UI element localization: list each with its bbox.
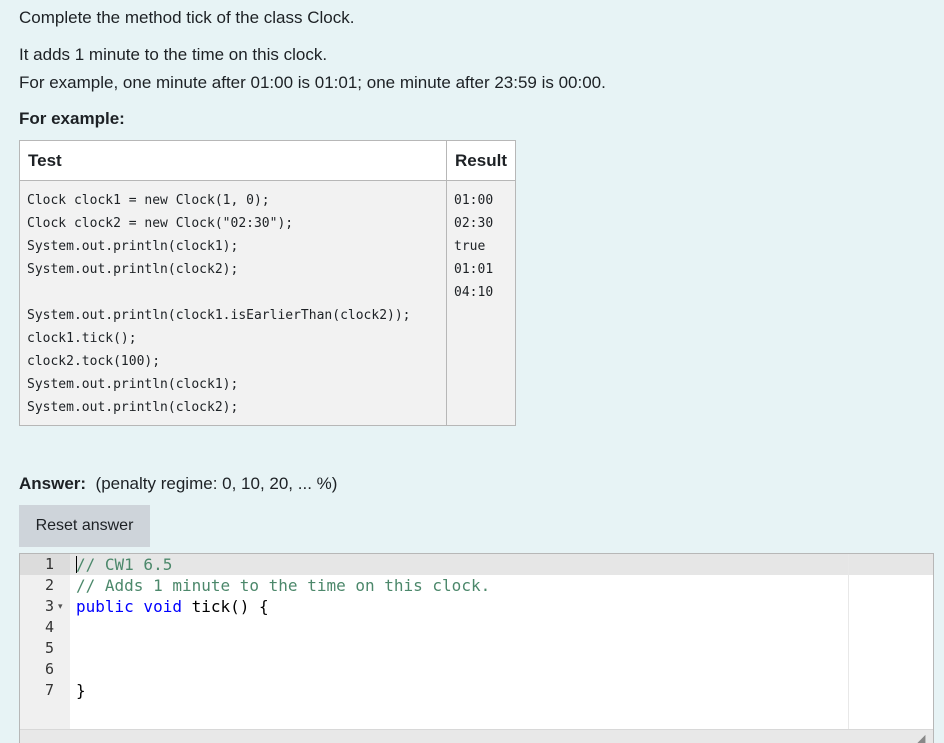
code-line-3[interactable]: public void tick() { (76, 596, 269, 617)
text-cursor (76, 556, 77, 573)
reset-answer-button[interactable]: Reset answer (19, 505, 150, 547)
column-header-test: Test (18, 140, 448, 181)
examples-heading: For example: (19, 109, 125, 128)
penalty-regime: (penalty regime: 0, 10, 20, ... %) (95, 474, 338, 493)
question-text-line-2: It adds 1 minute to the time on this clo… (19, 45, 328, 64)
table-row: Clock clock1 = new Clock(1, 0); Clock cl… (18, 180, 516, 426)
code-editor[interactable]: 1 2 3 4 5 6 7 ▾ // CW1 6.5 // Adds 1 min… (19, 553, 934, 743)
line-number: 2 (44, 576, 54, 594)
line-number: 1 (44, 555, 54, 573)
code-line-7[interactable]: } (76, 680, 86, 701)
column-header-result: Result (446, 140, 516, 181)
print-margin (848, 554, 849, 743)
question-page: Complete the method tick of the class Cl… (0, 0, 944, 743)
test-code: Clock clock1 = new Clock(1, 0); Clock cl… (27, 193, 411, 415)
fold-toggle-icon[interactable]: ▾ (58, 596, 63, 617)
answer-label: Answer: (19, 474, 87, 493)
result-output: 01:00 02:30 true 01:01 04:10 (454, 193, 494, 300)
examples-table: Test Result Clock clock1 = new Clock(1, … (18, 140, 516, 426)
examples-table-header-row: Test Result (18, 140, 516, 181)
code-line-1[interactable]: // CW1 6.5 (76, 554, 172, 575)
line-number: 5 (44, 639, 54, 657)
answer-header: Answer: (penalty regime: 0, 10, 20, ... … (19, 474, 337, 494)
question-text-line-1: Complete the method tick of the class Cl… (19, 8, 355, 27)
line-number: 4 (44, 618, 54, 636)
question-text-line-3: For example, one minute after 01:00 is 0… (19, 73, 606, 92)
result-cell: 01:00 02:30 true 01:01 04:10 (446, 180, 516, 426)
test-cell: Clock clock1 = new Clock(1, 0); Clock cl… (18, 180, 448, 426)
keyword-public-void: public void (76, 597, 182, 616)
resize-handle-icon[interactable]: ◢ (917, 733, 929, 743)
code-line-2[interactable]: // Adds 1 minute to the time on this clo… (76, 575, 490, 596)
editor-status-bar: ◢ (20, 729, 933, 743)
line-number: 7 (44, 681, 54, 699)
line-number: 3 (44, 597, 54, 615)
method-signature: tick() { (181, 597, 269, 616)
line-number: 6 (44, 660, 54, 678)
